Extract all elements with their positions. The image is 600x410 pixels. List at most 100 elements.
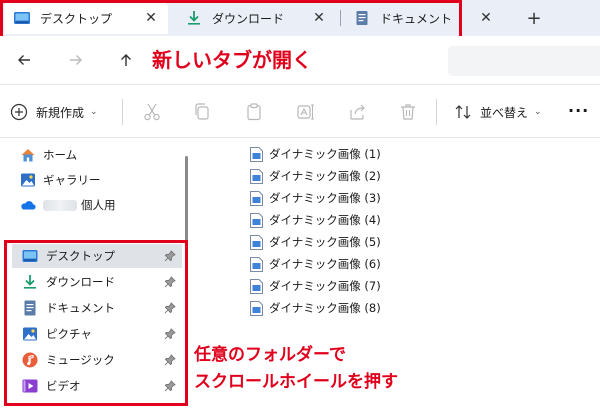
scrollbar[interactable] <box>185 156 188 404</box>
image-file-icon <box>250 300 263 316</box>
cut-icon[interactable] <box>142 102 162 122</box>
new-button-label: 新規作成 <box>36 105 85 120</box>
desktop-icon <box>22 250 38 262</box>
sidebar-item-music[interactable]: ミュージック <box>12 348 182 372</box>
image-file-icon <box>250 212 263 228</box>
address-bar[interactable] <box>448 46 600 76</box>
toolbar-divider <box>122 99 123 125</box>
sidebar-item-label: ギャラリー <box>43 173 101 187</box>
command-bar: 新規作成 ⌄ 並べ替え ⌄ ··· <box>0 84 600 138</box>
file-name: ダイナミック画像 (1) <box>269 147 381 161</box>
download-icon <box>24 275 36 289</box>
plus-circle-icon <box>10 103 28 121</box>
up-button[interactable] <box>114 48 138 72</box>
image-file-icon <box>250 256 263 272</box>
arrow-left-icon <box>18 55 30 65</box>
list-item[interactable]: ダイナミック画像 (6) <box>250 254 381 274</box>
sidebar-item-onedrive[interactable]: 個人用 <box>20 194 116 216</box>
tab-label: デスクトップ <box>40 11 113 26</box>
sidebar-item-label: 個人用 <box>81 198 116 212</box>
pin-icon[interactable] <box>164 302 176 314</box>
document-icon <box>356 11 368 25</box>
pin-icon[interactable] <box>164 380 176 392</box>
download-icon <box>188 11 200 25</box>
gallery-icon <box>21 173 35 187</box>
list-item[interactable]: ダイナミック画像 (4) <box>250 210 381 230</box>
navigation-pane: ホーム ギャラリー 個人用 デスクトップ ダウンロード ドキュメント ピクチャ … <box>0 138 192 410</box>
pin-icon[interactable] <box>164 328 176 340</box>
sidebar-item-label: ホーム <box>43 148 78 162</box>
annotation-open-folder-line1: 任意のフォルダーで <box>194 345 346 365</box>
list-item[interactable]: ダイナミック画像 (7) <box>250 276 381 296</box>
pictures-icon <box>23 327 37 341</box>
pin-icon[interactable] <box>164 250 176 262</box>
sidebar-item-desktop[interactable]: デスクトップ <box>12 244 182 268</box>
home-icon <box>21 149 35 162</box>
tab-download[interactable]: ダウンロード ✕ <box>176 2 336 34</box>
image-file-icon <box>250 190 263 206</box>
pin-icon[interactable] <box>164 276 176 288</box>
sidebar-item-label: デスクトップ <box>46 249 115 263</box>
image-file-icon <box>250 234 263 250</box>
file-name: ダイナミック画像 (4) <box>269 213 381 227</box>
sort-icon <box>455 105 471 119</box>
sidebar-item-label: ピクチャ <box>46 327 92 341</box>
sidebar-item-downloads[interactable]: ダウンロード <box>12 270 182 294</box>
delete-icon[interactable] <box>398 102 418 122</box>
video-icon <box>22 379 38 393</box>
more-options-button[interactable]: ··· <box>568 101 589 120</box>
new-button[interactable]: 新規作成 ⌄ <box>10 101 98 123</box>
close-icon[interactable]: ✕ <box>140 7 162 29</box>
sidebar-item-label: ビデオ <box>46 379 81 393</box>
file-name: ダイナミック画像 (8) <box>269 301 381 315</box>
sidebar-item-home[interactable]: ホーム <box>20 144 77 166</box>
forward-button[interactable] <box>64 48 88 72</box>
file-name: ダイナミック画像 (2) <box>269 169 381 183</box>
pin-icon[interactable] <box>164 354 176 366</box>
sidebar-item-gallery[interactable]: ギャラリー <box>20 169 101 191</box>
tab-bar: デスクトップ ✕ ダウンロード ✕ ドキュメント ✕ + <box>0 0 600 36</box>
chevron-down-icon: ⌄ <box>534 107 542 117</box>
tab-documents[interactable]: ドキュメント <box>344 2 456 34</box>
music-icon <box>22 352 38 368</box>
document-icon <box>24 300 36 316</box>
image-file-icon <box>250 168 263 184</box>
sidebar-item-documents[interactable]: ドキュメント <box>12 296 182 320</box>
tab-separator <box>340 10 341 26</box>
file-name: ダイナミック画像 (5) <box>269 235 381 249</box>
list-item[interactable]: ダイナミック画像 (3) <box>250 188 381 208</box>
rename-icon[interactable] <box>296 102 316 122</box>
sidebar-item-label: ドキュメント <box>46 301 115 315</box>
new-tab-button[interactable]: + <box>522 6 546 30</box>
sidebar-item-pictures[interactable]: ピクチャ <box>12 322 182 346</box>
annotation-new-tab-opens: 新しいタブが開く <box>152 48 312 72</box>
close-icon[interactable]: ✕ <box>308 7 330 29</box>
file-name: ダイナミック画像 (3) <box>269 191 381 205</box>
list-item[interactable]: ダイナミック画像 (1) <box>250 144 381 164</box>
back-button[interactable] <box>12 48 36 72</box>
image-file-icon <box>250 278 263 294</box>
sidebar-item-label: ミュージック <box>46 353 115 367</box>
sidebar-item-label: ダウンロード <box>46 275 115 289</box>
share-icon[interactable] <box>348 102 368 122</box>
sort-button[interactable]: 並べ替え ⌄ <box>454 101 542 123</box>
tab-label: ダウンロード <box>212 11 285 26</box>
file-name: ダイナミック画像 (6) <box>269 257 381 271</box>
list-item[interactable]: ダイナミック画像 (2) <box>250 166 381 186</box>
list-item[interactable]: ダイナミック画像 (8) <box>250 298 381 318</box>
onedrive-cloud-icon <box>21 201 36 210</box>
sort-button-label: 並べ替え <box>480 105 529 120</box>
redacted-account-name <box>43 199 77 211</box>
paste-icon[interactable] <box>244 102 264 122</box>
toolbar-divider <box>436 99 437 125</box>
list-item[interactable]: ダイナミック画像 (5) <box>250 232 381 252</box>
tab-desktop[interactable]: デスクトップ ✕ <box>4 2 168 34</box>
image-file-icon <box>250 146 263 162</box>
annotation-open-folder-line2: スクロールホイールを押す <box>194 372 398 392</box>
copy-icon[interactable] <box>192 102 212 122</box>
chevron-down-icon: ⌄ <box>90 107 98 117</box>
tab-label: ドキュメント <box>380 11 453 26</box>
close-icon[interactable]: ✕ <box>476 8 496 28</box>
arrow-up-icon <box>121 54 131 66</box>
sidebar-item-videos[interactable]: ビデオ <box>12 374 182 398</box>
